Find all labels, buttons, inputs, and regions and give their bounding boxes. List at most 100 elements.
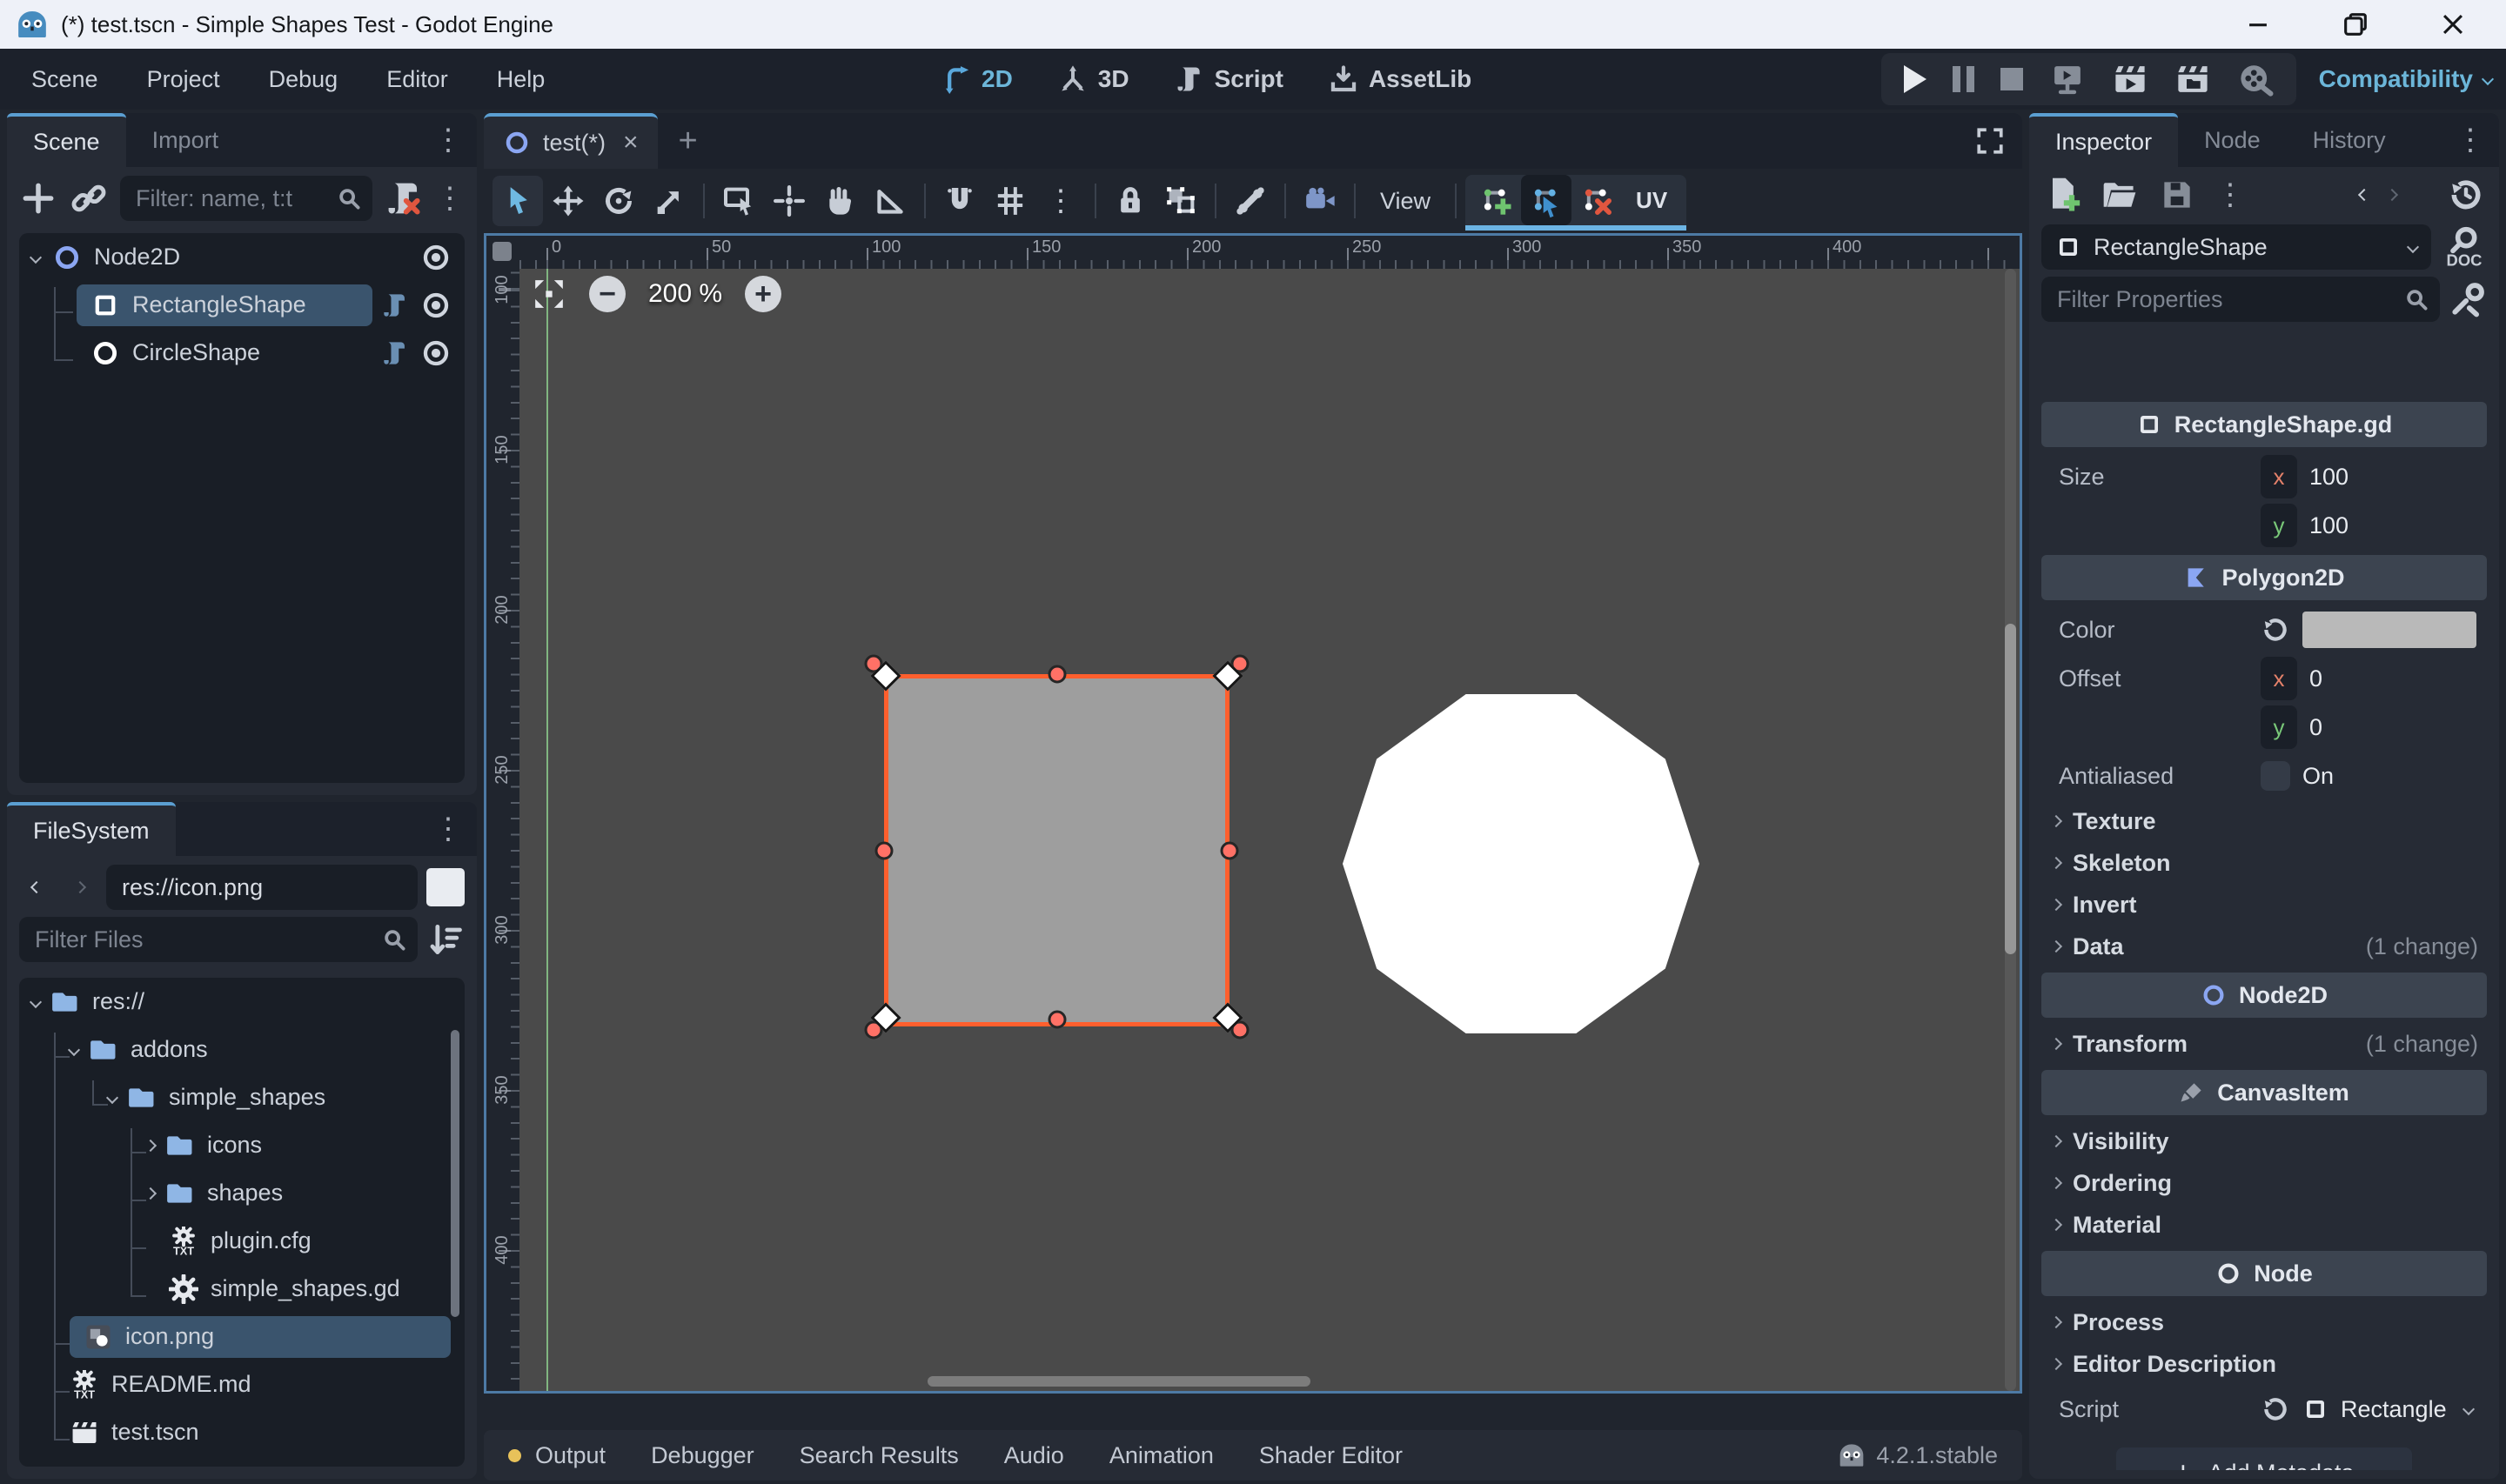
nav-forward-button[interactable] [63,880,97,894]
inspector-panel-menu-icon[interactable]: ⋮ [2456,113,2499,167]
bottom-tab-shader-editor[interactable]: Shader Editor [1259,1442,1403,1469]
ruler-mode-button[interactable] [865,176,915,226]
tab-scene[interactable]: Scene [7,113,126,167]
rotate-mode-button[interactable] [593,176,644,226]
rectangle-shape-node[interactable] [864,654,1250,1039]
skeleton-options-button[interactable] [1225,176,1276,226]
smart-snap-button[interactable] [935,176,985,226]
tab-3d[interactable]: 3D [1058,64,1129,94]
menu-scene[interactable]: Scene [31,66,98,93]
tree-row-circleshape[interactable]: CircleShape [19,329,465,377]
load-resource-button[interactable] [2101,176,2139,214]
tab-node[interactable]: Node [2178,113,2287,167]
group-visibility[interactable]: Visibility [2041,1120,2487,1162]
add-metadata-button[interactable]: + Add Metadata [2116,1447,2412,1470]
list-select-button[interactable] [714,176,764,226]
polygon-midpoint-handle[interactable] [1048,1010,1067,1029]
revert-icon[interactable] [2261,615,2290,645]
run-current-scene-button[interactable] [2112,61,2148,97]
select-mode-button[interactable] [492,176,543,226]
polygon-create-points-button[interactable] [1471,175,1521,225]
size-y-value[interactable]: 100 [2309,512,2349,539]
filesystem-panel-menu-icon[interactable]: ⋮ [433,802,477,856]
group-invert[interactable]: Invert [2041,884,2487,926]
history-back-button[interactable] [2357,188,2371,202]
pause-button[interactable] [1952,66,1974,92]
category-node[interactable]: Node [2041,1251,2487,1296]
add-node-button[interactable] [19,179,57,217]
camera-override-button[interactable] [1295,176,1345,226]
tree-row-rectangleshape[interactable]: RectangleShape [19,281,465,329]
tab-script[interactable]: Script [1175,64,1283,94]
current-path-input[interactable] [122,873,402,901]
polygon-edit-points-button[interactable] [1521,175,1572,225]
menu-editor[interactable]: Editor [386,66,448,93]
group-editor-description[interactable]: Editor Description [2041,1343,2487,1385]
bottom-tab-animation[interactable]: Animation [1109,1442,1214,1469]
offset-x-value[interactable]: 0 [2309,665,2322,692]
detach-script-button[interactable] [385,179,423,217]
fs-row-plugin-cfg[interactable]: plugin.cfg [19,1217,465,1265]
fs-row-res[interactable]: res:// [19,978,465,1026]
lock-object-button[interactable] [1105,176,1156,226]
collapse-icon[interactable] [29,251,43,264]
instance-scene-button[interactable] [70,179,108,217]
collapse-icon[interactable] [67,1043,81,1056]
scale-mode-button[interactable] [644,176,694,226]
canvas-area[interactable]: − 200 % + [519,269,2020,1391]
tab-history[interactable]: History [2287,113,2412,167]
group-skeleton[interactable]: Skeleton [2041,842,2487,884]
tab-import[interactable]: Import [126,113,245,167]
size-x-value[interactable]: 100 [2309,464,2349,491]
fs-row-addons[interactable]: addons [19,1026,465,1073]
fs-row-test-tscn[interactable]: test.tscn [19,1408,465,1456]
tab-filesystem[interactable]: FileSystem [7,802,176,856]
fs-row-readme[interactable]: README.md [19,1360,465,1408]
fs-row-shapes[interactable]: shapes [19,1169,465,1217]
minimize-button[interactable] [2243,10,2273,39]
fs-row-icon-png[interactable]: icon.png [19,1313,465,1360]
zoom-out-button[interactable]: − [589,276,626,312]
circle-shape-node[interactable] [1343,694,1699,1033]
revert-icon[interactable] [2261,1394,2290,1424]
expand-icon[interactable] [144,1187,157,1200]
canvas-hscrollbar-thumb[interactable] [928,1376,1310,1387]
group-object-button[interactable] [1156,176,1206,226]
attached-script-icon[interactable] [381,291,409,319]
group-texture[interactable]: Texture [2041,800,2487,842]
category-rectangleshape-gd[interactable]: RectangleShape.gd [2041,402,2487,447]
scene-filter-input[interactable] [136,184,327,212]
antialiased-checkbox[interactable] [2261,761,2290,791]
property-tools-button[interactable] [2449,280,2487,318]
close-button[interactable] [2438,10,2468,39]
tab-inspector[interactable]: Inspector [2029,113,2179,167]
nav-back-button[interactable] [19,880,54,894]
fs-row-simple-shapes-gd[interactable]: simple_shapes.gd [19,1265,465,1313]
menu-project[interactable]: Project [147,66,220,93]
menu-help[interactable]: Help [497,66,546,93]
polygon-midpoint-handle[interactable] [1048,665,1067,684]
offset-y-value[interactable]: 0 [2309,714,2322,741]
new-resource-button[interactable] [2043,176,2081,214]
restore-button[interactable] [2341,10,2370,39]
run-remote-debug-button[interactable] [2049,61,2086,97]
zoom-in-button[interactable]: + [745,276,782,312]
bottom-tab-output[interactable]: Output [535,1442,606,1469]
resource-menu-icon[interactable]: ⋮ [2215,180,2245,210]
collapse-icon[interactable] [105,1091,119,1104]
bottom-tab-search-results[interactable]: Search Results [800,1442,959,1469]
menu-debug[interactable]: Debug [269,66,338,93]
script-value[interactable]: Rectangle [2341,1396,2447,1423]
chevron-down-icon[interactable] [2406,240,2420,254]
grid-snap-button[interactable] [985,176,1035,226]
distraction-free-icon[interactable] [1973,113,2022,169]
filter-properties-input[interactable] [2057,285,2395,313]
filter-files-input[interactable] [35,926,372,953]
new-scene-tab-button[interactable]: + [658,113,719,169]
visibility-eye-icon[interactable] [421,243,451,272]
view-menu-button[interactable]: View [1364,188,1446,215]
group-material[interactable]: Material [2041,1204,2487,1246]
group-transform[interactable]: Transform (1 change) [2041,1023,2487,1065]
close-tab-icon[interactable]: × [623,128,639,157]
color-swatch[interactable] [2302,612,2476,648]
